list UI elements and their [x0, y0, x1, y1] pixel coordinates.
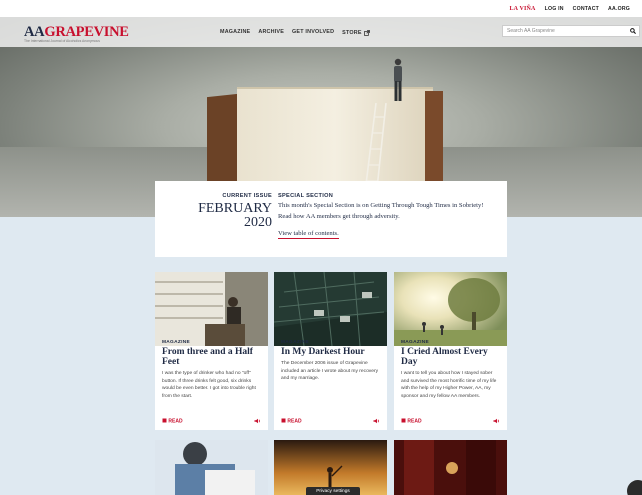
article-image — [274, 272, 387, 346]
article-kicker: MAGAZINE — [281, 340, 309, 345]
article-footer: READ — [401, 417, 500, 425]
issue-year: 2020 — [244, 215, 272, 230]
article-card[interactable]: MAGAZINE From three and a Half Feet I wa… — [155, 272, 268, 430]
audio-icon[interactable] — [493, 418, 500, 424]
external-link-icon — [363, 30, 370, 36]
read-label: READ — [287, 418, 302, 425]
nav-menu: MAGAZINE ARCHIVE GET INVOLVED STORE — [220, 29, 370, 36]
article-card-thumbnail[interactable] — [394, 440, 507, 495]
utility-bar: LA VIÑA LOG IN CONTACT AA.ORG — [0, 0, 642, 17]
article-title[interactable]: I Cried Almost Every Day — [401, 347, 500, 367]
article-kicker: MAGAZINE — [162, 340, 190, 345]
nav-magazine[interactable]: MAGAZINE — [220, 29, 250, 36]
read-label: READ — [168, 418, 183, 425]
read-link[interactable]: READ — [401, 418, 422, 425]
chat-widget-button[interactable] — [627, 480, 642, 495]
special-section-block: SPECIAL SECTION This month's Special Sec… — [278, 193, 498, 240]
privacy-settings-button[interactable]: Privacy settings — [306, 487, 360, 495]
article-image — [394, 272, 507, 346]
special-section-text: This month's Special Section is on Getti… — [278, 202, 484, 220]
article-description: I was the type of drinker who had no "of… — [162, 371, 256, 399]
logo-tagline: The International Journal of Alcoholics … — [24, 39, 100, 43]
audio-icon[interactable] — [254, 418, 261, 424]
article-body: MAGAZINE I Cried Almost Every Day I want… — [401, 336, 500, 400]
article-body: MAGAZINE In My Darkest Hour The December… — [281, 336, 380, 383]
read-label: READ — [407, 418, 422, 425]
read-link[interactable]: READ — [162, 418, 183, 425]
login-link[interactable]: LOG IN — [545, 6, 564, 12]
main-nav: AAGRAPEVINE The International Journal of… — [0, 17, 642, 47]
view-toc-link[interactable]: View table of contents. — [278, 230, 339, 239]
audio-icon[interactable] — [373, 418, 380, 424]
nav-archive[interactable]: ARCHIVE — [258, 29, 284, 36]
article-footer: READ — [162, 417, 261, 425]
nav-store[interactable]: STORE — [342, 30, 370, 36]
book-icon — [162, 418, 167, 423]
search-placeholder: Search AA Grapevine — [507, 28, 555, 34]
nav-store-label: STORE — [342, 30, 362, 36]
article-description: I want to tell you about how I stayed so… — [401, 371, 497, 399]
search-icon[interactable] — [630, 28, 636, 34]
article-card[interactable]: MAGAZINE I Cried Almost Every Day I want… — [394, 272, 507, 430]
article-image — [155, 272, 268, 346]
issue-month: FEBRUARY — [198, 201, 272, 216]
la-vina-link[interactable]: LA VIÑA — [509, 6, 535, 12]
current-issue-kicker: CURRENT ISSUE — [222, 193, 272, 199]
logo-aa: AA — [24, 24, 45, 40]
book-icon — [281, 418, 286, 423]
read-link[interactable]: READ — [281, 418, 302, 425]
current-issue-panel: CURRENT ISSUE FEBRUARY 2020 SPECIAL SECT… — [155, 181, 507, 257]
article-card-thumbnail[interactable] — [155, 440, 268, 495]
article-title[interactable]: In My Darkest Hour — [281, 347, 380, 357]
article-card[interactable]: MAGAZINE In My Darkest Hour The December… — [274, 272, 387, 430]
article-footer: READ — [281, 417, 380, 425]
search-input[interactable]: Search AA Grapevine — [502, 25, 640, 37]
person-illustration — [394, 58, 402, 101]
page: LA VIÑA LOG IN CONTACT AA.ORG AAGRAPEVIN… — [0, 0, 642, 495]
special-section-kicker: SPECIAL SECTION — [278, 193, 334, 199]
contact-link[interactable]: CONTACT — [573, 6, 599, 12]
book-icon — [401, 418, 406, 423]
article-body: MAGAZINE From three and a Half Feet I wa… — [162, 336, 261, 400]
nav-get-involved[interactable]: GET INVOLVED — [292, 29, 334, 36]
article-kicker: MAGAZINE — [401, 340, 429, 345]
issue-date-block: CURRENT ISSUE FEBRUARY 2020 — [198, 193, 272, 230]
article-description: The December 2006 issue of Grapevine inc… — [281, 361, 379, 382]
article-title[interactable]: From three and a Half Feet — [162, 347, 261, 367]
aa-org-link[interactable]: AA.ORG — [608, 6, 630, 12]
logo-grapevine: GRAPEVINE — [44, 24, 129, 40]
